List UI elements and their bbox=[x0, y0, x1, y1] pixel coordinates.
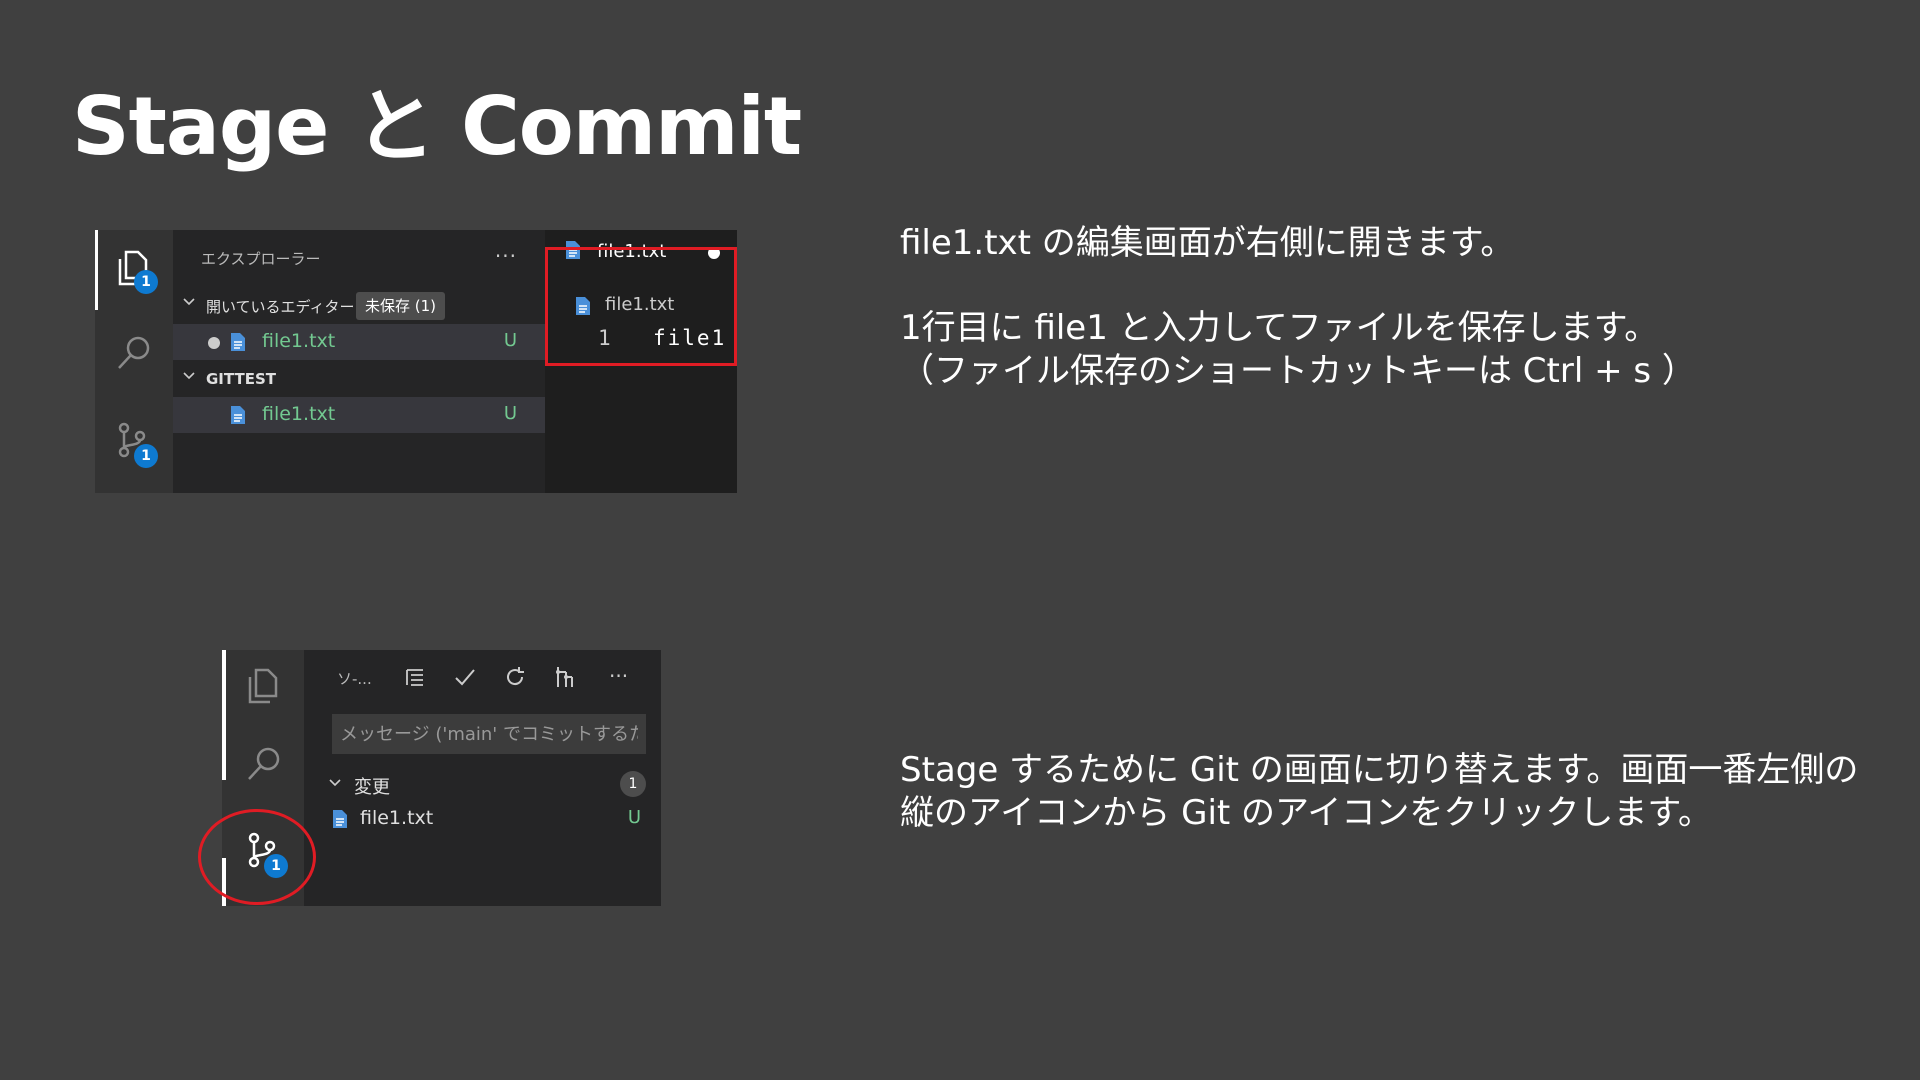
untracked-status: U bbox=[503, 330, 517, 351]
open-editor-file-row[interactable]: file1.txt U bbox=[173, 324, 545, 360]
active-indicator bbox=[95, 230, 98, 310]
highlight-box bbox=[545, 247, 737, 366]
explorer-icon[interactable] bbox=[244, 666, 284, 706]
chevron-down-icon bbox=[183, 298, 195, 306]
more-actions-icon[interactable]: ··· bbox=[609, 664, 628, 688]
open-editors-section[interactable]: 開いているエディター 未保存 (1) bbox=[173, 289, 545, 321]
open-editor-file-name: file1.txt bbox=[262, 330, 336, 352]
file-icon bbox=[231, 333, 245, 351]
source-control-icon[interactable]: 1 bbox=[114, 420, 158, 468]
search-icon[interactable] bbox=[114, 333, 154, 373]
activity-bar: 1 1 bbox=[95, 230, 173, 493]
untracked-status: U bbox=[503, 403, 517, 424]
search-icon[interactable] bbox=[244, 744, 284, 784]
open-editors-label: 開いているエディター bbox=[206, 298, 355, 316]
commit-message-input[interactable] bbox=[332, 714, 646, 754]
highlight-circle bbox=[198, 809, 316, 905]
changes-count-badge: 1 bbox=[620, 771, 646, 797]
unsaved-badge: 未保存 (1) bbox=[356, 292, 446, 320]
description-switch-git: Stage するために Git の画面に切り替えます。画面一番左側の縦のアイコン… bbox=[900, 750, 1859, 833]
file-icon bbox=[333, 810, 347, 828]
more-actions-icon[interactable]: ··· bbox=[495, 244, 517, 268]
workspace-file-row[interactable]: file1.txt U bbox=[173, 397, 545, 433]
explorer-sidebar: エクスプローラー ··· 開いているエディター 未保存 (1) file1.tx… bbox=[173, 230, 545, 493]
slide-title: Stage と Commit bbox=[72, 80, 802, 173]
changed-file-name: file1.txt bbox=[360, 807, 434, 829]
unsaved-dot-icon bbox=[208, 337, 220, 349]
workspace-label: GITTEST bbox=[206, 370, 276, 388]
active-indicator bbox=[222, 650, 226, 780]
commit-check-icon[interactable] bbox=[452, 664, 478, 690]
file-icon bbox=[231, 406, 245, 424]
view-as-tree-icon[interactable] bbox=[402, 664, 428, 690]
description-save-file: 1行目に file1 と入力してファイルを保存します。 （ファイル保存のショート… bbox=[900, 308, 1696, 391]
explorer-badge: 1 bbox=[134, 270, 158, 294]
changes-section[interactable]: 変更 1 bbox=[304, 768, 661, 800]
refresh-icon[interactable] bbox=[502, 664, 528, 690]
scm-title: ソ-... bbox=[337, 670, 372, 688]
explorer-icon[interactable]: 1 bbox=[114, 248, 158, 294]
scm-badge: 1 bbox=[134, 444, 158, 468]
workspace-file-name: file1.txt bbox=[262, 403, 336, 425]
changed-file-row[interactable]: file1.txt U bbox=[304, 803, 661, 835]
untracked-status: U bbox=[627, 807, 641, 828]
changes-label: 変更 bbox=[354, 777, 390, 798]
source-control-sidebar: ソ-... ··· 変更 1 file1.txt U bbox=[304, 650, 661, 906]
explorer-header: エクスプローラー bbox=[201, 250, 321, 268]
branch-graph-icon[interactable] bbox=[552, 664, 578, 690]
chevron-down-icon bbox=[329, 779, 341, 787]
chevron-down-icon bbox=[183, 372, 195, 380]
workspace-section[interactable]: GITTEST bbox=[173, 363, 545, 395]
description-open-editor: file1.txt の編集画面が右側に開きます。 bbox=[900, 223, 1515, 263]
